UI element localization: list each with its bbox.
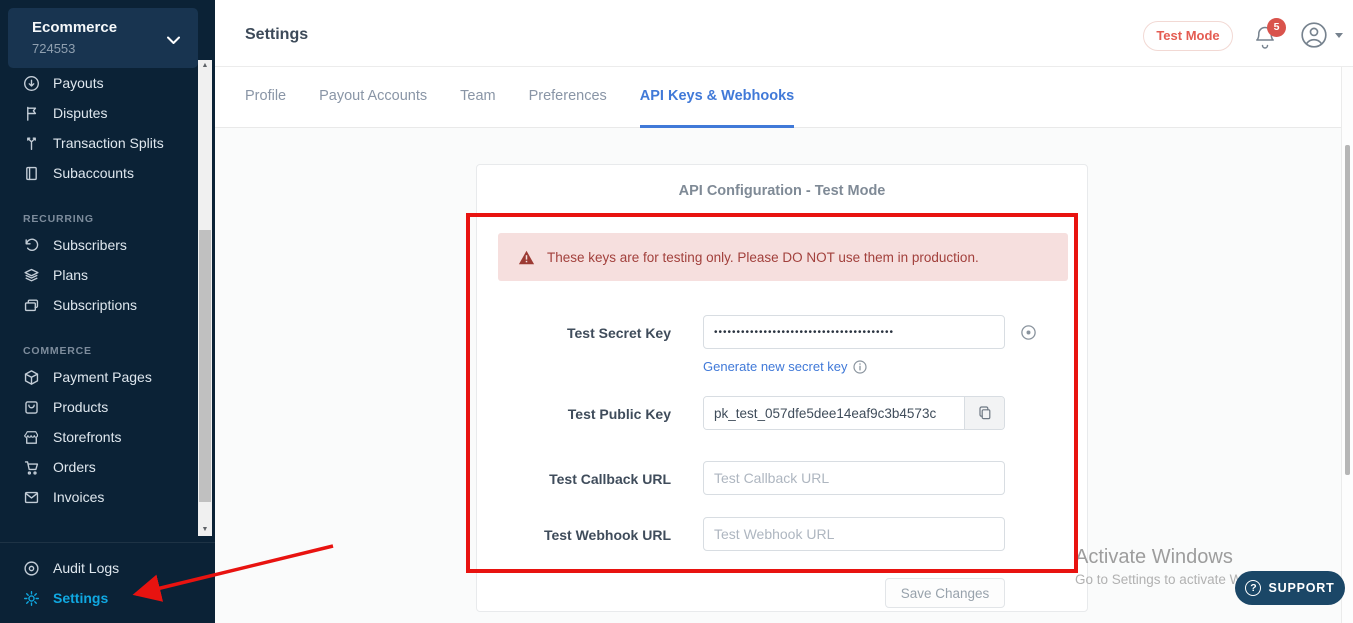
page-title: Settings xyxy=(245,26,308,44)
sidebar-item-label: Storefronts xyxy=(53,429,121,445)
sidebar-item-label: Payment Pages xyxy=(53,369,152,385)
save-changes-button[interactable]: Save Changes xyxy=(885,578,1005,608)
test-mode-button[interactable]: Test Mode xyxy=(1143,21,1233,51)
sidebar-item-payment-pages[interactable]: Payment Pages xyxy=(0,362,198,392)
sidebar-item-label: Products xyxy=(53,399,108,415)
app-root: Ecommerce 724553 Payouts Disputes Transa… xyxy=(0,0,1353,623)
generate-link-label: Generate new secret key xyxy=(703,359,848,374)
card-title: API Configuration - Test Mode xyxy=(477,183,1087,199)
sidebar-item-plans[interactable]: Plans xyxy=(0,260,198,290)
tab-profile[interactable]: Profile xyxy=(245,67,286,128)
reveal-eye-icon[interactable] xyxy=(1020,324,1037,341)
tab-team[interactable]: Team xyxy=(460,67,495,128)
api-configuration-card: API Configuration - Test Mode These keys… xyxy=(476,164,1088,612)
generate-secret-key-link[interactable]: Generate new secret key xyxy=(703,359,867,374)
gear-icon xyxy=(23,590,40,607)
avatar-icon xyxy=(1301,22,1327,48)
sidebar-item-subaccounts[interactable]: Subaccounts xyxy=(0,158,198,188)
sidebar-item-label: Transaction Splits xyxy=(53,135,164,151)
sidebar-item-products[interactable]: Products xyxy=(0,392,198,422)
section-header-recurring: RECURRING xyxy=(0,200,198,230)
storefront-icon xyxy=(23,429,40,446)
sidebar-item-label: Subaccounts xyxy=(53,165,134,181)
public-key-group xyxy=(703,396,1005,430)
support-button[interactable]: ? SUPPORT xyxy=(1235,571,1345,605)
page-scrollbar-thumb[interactable] xyxy=(1345,145,1350,475)
support-label: SUPPORT xyxy=(1268,581,1334,595)
flag-icon xyxy=(23,105,40,122)
content-area: API Configuration - Test Mode These keys… xyxy=(215,128,1353,623)
info-circle-icon xyxy=(853,360,867,374)
audit-eye-icon xyxy=(23,560,40,577)
envelope-icon xyxy=(23,489,40,506)
sidebar-item-orders[interactable]: Orders xyxy=(0,452,198,482)
chevron-down-icon xyxy=(167,32,180,50)
sidebar-bottom-section: Audit Logs Settings xyxy=(0,542,215,613)
business-selector[interactable]: Ecommerce 724553 xyxy=(8,8,198,68)
sidebar-item-settings[interactable]: Settings xyxy=(0,583,215,613)
webhook-url-label: Test Webhook URL xyxy=(477,527,671,543)
copy-icon xyxy=(977,405,993,421)
notification-badge: 5 xyxy=(1267,18,1286,37)
shopping-cart-icon xyxy=(23,459,40,476)
topbar: Settings Test Mode 5 xyxy=(215,0,1353,67)
sidebar: Ecommerce 724553 Payouts Disputes Transa… xyxy=(0,0,215,623)
alert-text: These keys are for testing only. Please … xyxy=(547,250,979,265)
sidebar-item-payouts[interactable]: Payouts xyxy=(0,68,198,98)
question-circle-icon: ? xyxy=(1245,580,1261,596)
sidebar-item-storefronts[interactable]: Storefronts xyxy=(0,422,198,452)
sidebar-item-label: Audit Logs xyxy=(53,560,119,576)
rotate-ccw-icon xyxy=(23,237,40,254)
sidebar-item-disputes[interactable]: Disputes xyxy=(0,98,198,128)
account-menu[interactable] xyxy=(1301,22,1343,48)
sidebar-scrollbar[interactable]: ▲ ▼ xyxy=(198,60,212,536)
sidebar-item-label: Subscribers xyxy=(53,237,127,253)
public-key-label: Test Public Key xyxy=(477,406,671,422)
split-arrows-icon xyxy=(23,135,40,152)
caret-down-icon xyxy=(1335,33,1343,38)
sidebar-item-transaction-splits[interactable]: Transaction Splits xyxy=(0,128,198,158)
business-name: Ecommerce xyxy=(32,19,117,36)
scroll-up-arrow-icon[interactable]: ▲ xyxy=(198,60,212,72)
tab-api-keys-webhooks[interactable]: API Keys & Webhooks xyxy=(640,67,794,128)
payout-circle-arrow-icon xyxy=(23,75,40,92)
public-key-input[interactable] xyxy=(704,397,964,429)
stacked-cards-icon xyxy=(23,297,40,314)
scroll-down-arrow-icon[interactable]: ▼ xyxy=(198,524,212,536)
sidebar-nav: Payouts Disputes Transaction Splits Suba… xyxy=(0,68,198,512)
sidebar-item-subscribers[interactable]: Subscribers xyxy=(0,230,198,260)
sidebar-item-label: Plans xyxy=(53,267,88,283)
test-keys-warning-alert: These keys are for testing only. Please … xyxy=(498,233,1068,281)
product-box-icon xyxy=(23,399,40,416)
callback-url-label: Test Callback URL xyxy=(477,471,671,487)
sidebar-item-subscriptions[interactable]: Subscriptions xyxy=(0,290,198,320)
package-cube-icon xyxy=(23,369,40,386)
layers-icon xyxy=(23,267,40,284)
sidebar-item-label: Payouts xyxy=(53,75,104,91)
business-id: 724553 xyxy=(32,41,75,56)
sidebar-item-audit-logs[interactable]: Audit Logs xyxy=(0,553,215,583)
secret-key-input[interactable] xyxy=(703,315,1005,349)
sidebar-item-label: Settings xyxy=(53,590,108,606)
warning-triangle-icon xyxy=(518,250,535,265)
tab-payout-accounts[interactable]: Payout Accounts xyxy=(319,67,427,128)
sidebar-item-label: Orders xyxy=(53,459,96,475)
sidebar-item-invoices[interactable]: Invoices xyxy=(0,482,198,512)
ledger-book-icon xyxy=(23,165,40,182)
settings-tabs: Profile Payout Accounts Team Preferences… xyxy=(215,67,1353,128)
secret-key-label: Test Secret Key xyxy=(477,325,671,341)
page-scrollbar[interactable] xyxy=(1341,67,1353,623)
notifications-button[interactable]: 5 xyxy=(1253,24,1283,54)
callback-url-input[interactable] xyxy=(703,461,1005,495)
sidebar-scrollbar-thumb[interactable] xyxy=(199,230,211,502)
tab-preferences[interactable]: Preferences xyxy=(529,67,607,128)
sidebar-item-label: Subscriptions xyxy=(53,297,137,313)
sidebar-item-label: Disputes xyxy=(53,105,107,121)
copy-button[interactable] xyxy=(964,397,1004,429)
sidebar-item-label: Invoices xyxy=(53,489,104,505)
section-header-commerce: COMMERCE xyxy=(0,332,198,362)
webhook-url-input[interactable] xyxy=(703,517,1005,551)
